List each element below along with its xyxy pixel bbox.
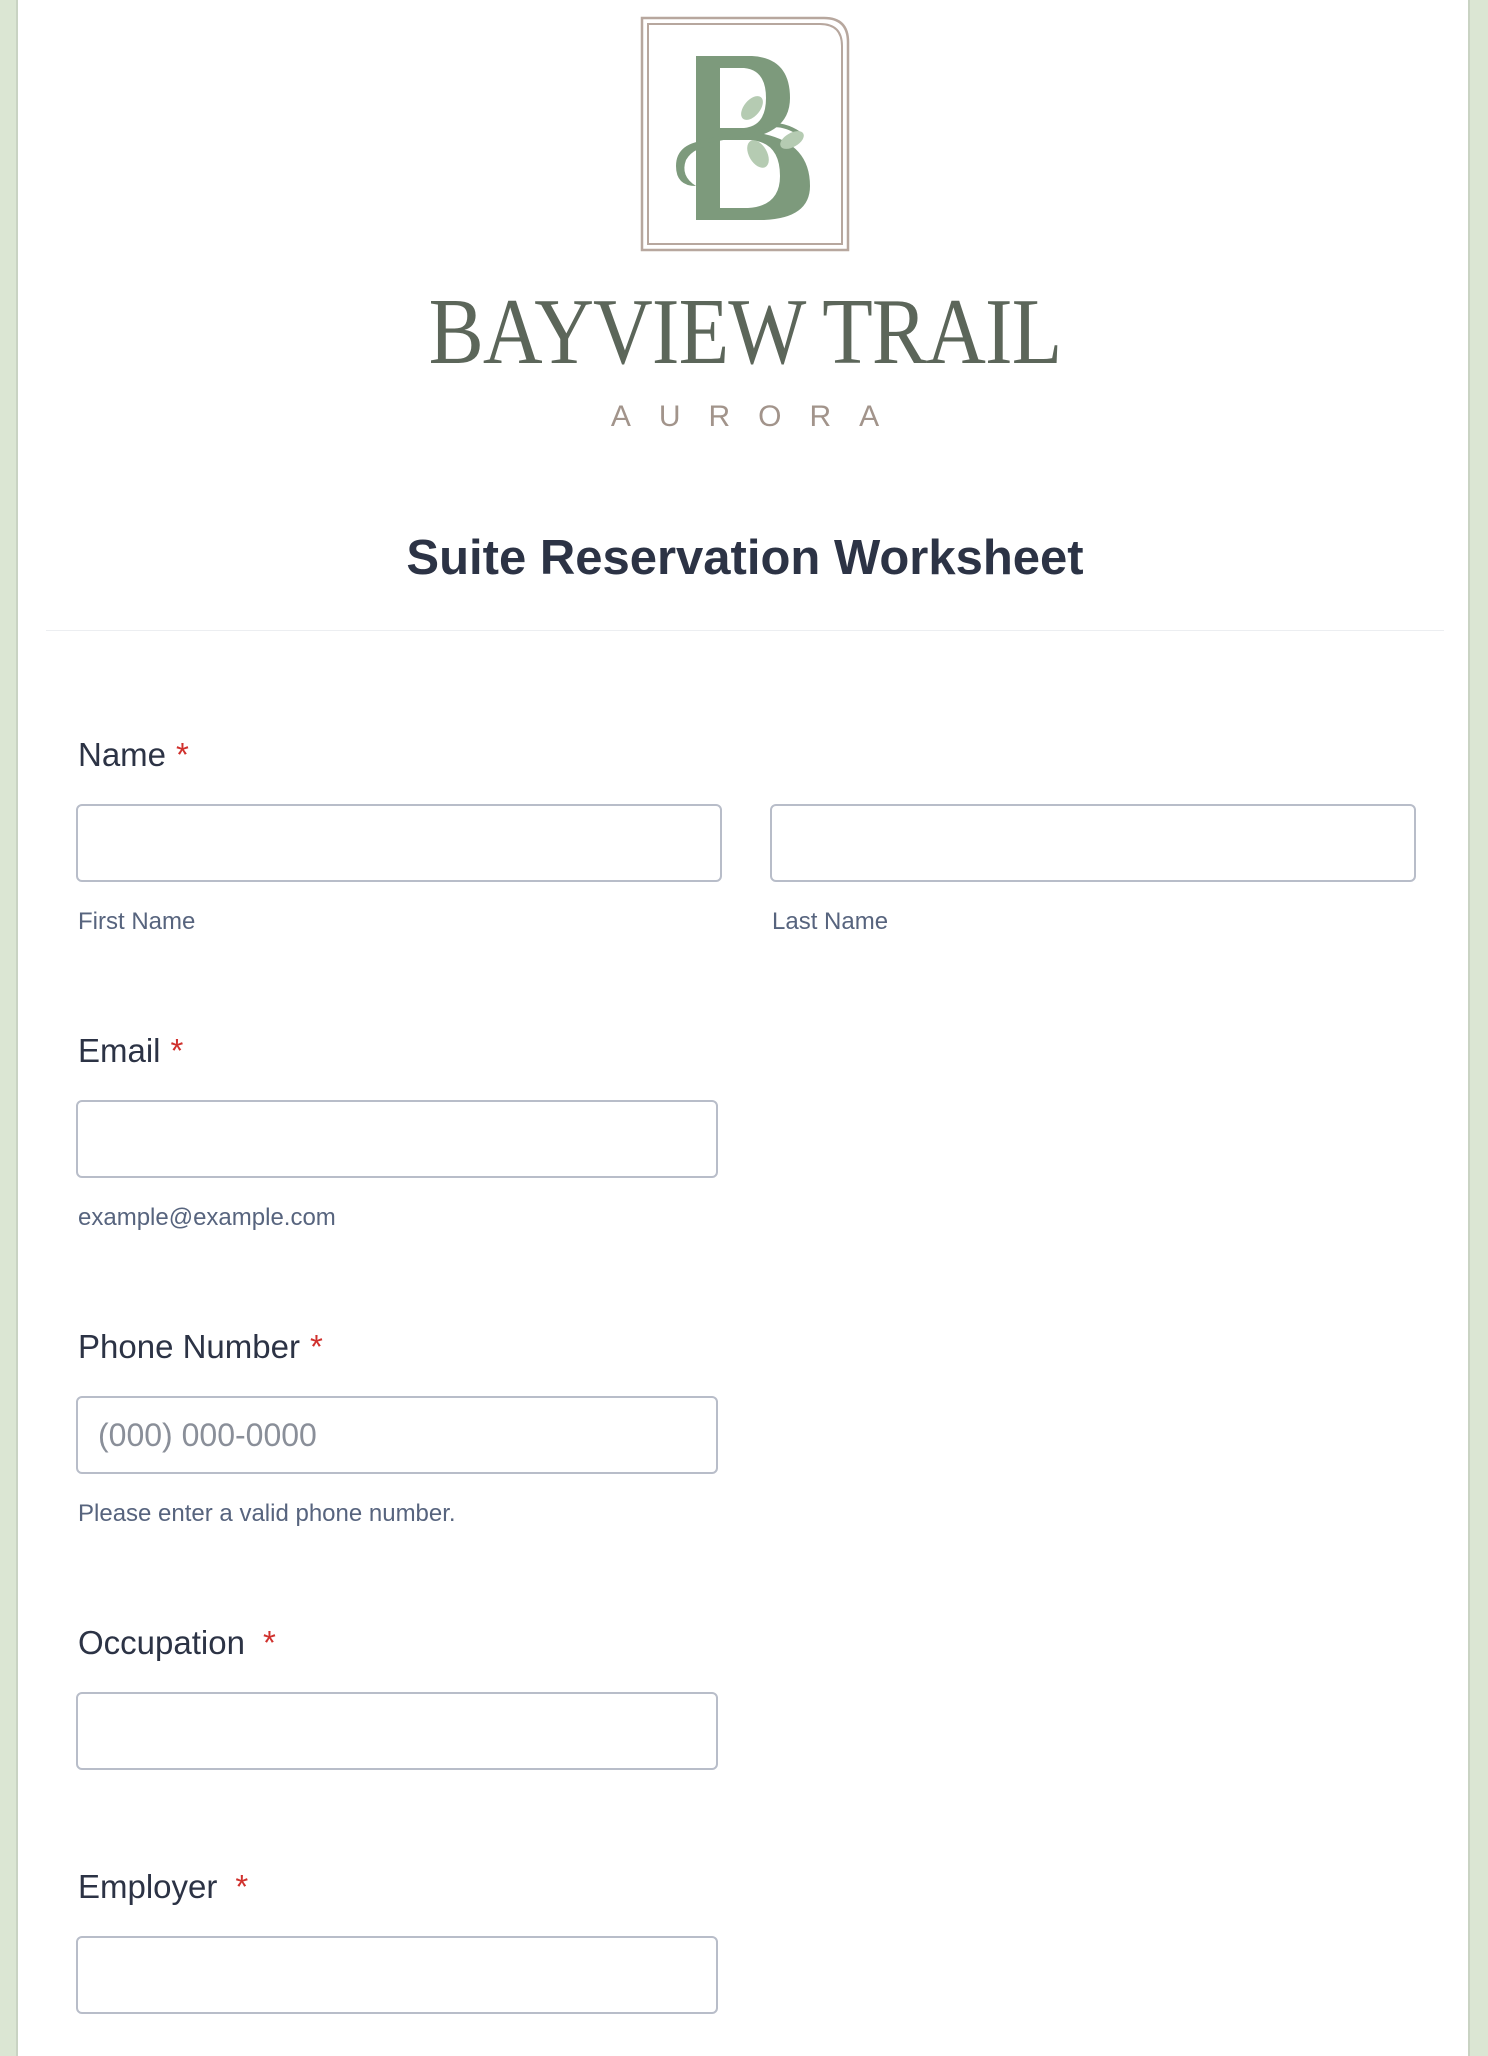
- name-label: Name *: [78, 736, 189, 774]
- required-asterisk: *: [262, 1624, 276, 1661]
- employer-label: Employer *: [78, 1868, 248, 1906]
- phone-label-text: Phone Number: [78, 1328, 300, 1365]
- phone-label: Phone Number *: [78, 1328, 323, 1366]
- required-asterisk: *: [170, 1032, 184, 1069]
- occupation-label-text: Occupation: [78, 1624, 245, 1661]
- required-asterisk: *: [309, 1328, 323, 1365]
- monogram-b-icon: [640, 16, 850, 252]
- required-asterisk: *: [176, 736, 189, 773]
- brand-subtitle: AURORA: [610, 400, 908, 433]
- header-divider: [46, 630, 1444, 631]
- phone-sublabel: Please enter a valid phone number.: [78, 1500, 456, 1527]
- email-label-text: Email: [78, 1032, 161, 1069]
- email-sublabel: example@example.com: [78, 1204, 336, 1231]
- employer-label-text: Employer: [78, 1868, 218, 1905]
- last-name-input[interactable]: [770, 804, 1416, 882]
- last-name-sublabel: Last Name: [772, 908, 889, 935]
- occupation-input[interactable]: [76, 1692, 718, 1770]
- required-asterisk: *: [235, 1868, 249, 1905]
- first-name-sublabel: First Name: [78, 908, 196, 935]
- phone-input[interactable]: (000) 000-0000: [76, 1396, 718, 1474]
- email-input[interactable]: [76, 1100, 718, 1178]
- page-title: Suite Reservation Worksheet: [406, 531, 1084, 585]
- occupation-label: Occupation *: [78, 1624, 276, 1662]
- brand-name: BAYVIEW TRAIL: [428, 280, 1063, 384]
- brand-logo: [640, 16, 852, 252]
- name-label-text: Name: [78, 736, 167, 773]
- first-name-input[interactable]: [76, 804, 722, 882]
- form-card: BAYVIEW TRAIL AURORA Suite Reservation W…: [16, 0, 1470, 2056]
- email-label: Email *: [78, 1032, 183, 1070]
- employer-input[interactable]: [76, 1936, 718, 2014]
